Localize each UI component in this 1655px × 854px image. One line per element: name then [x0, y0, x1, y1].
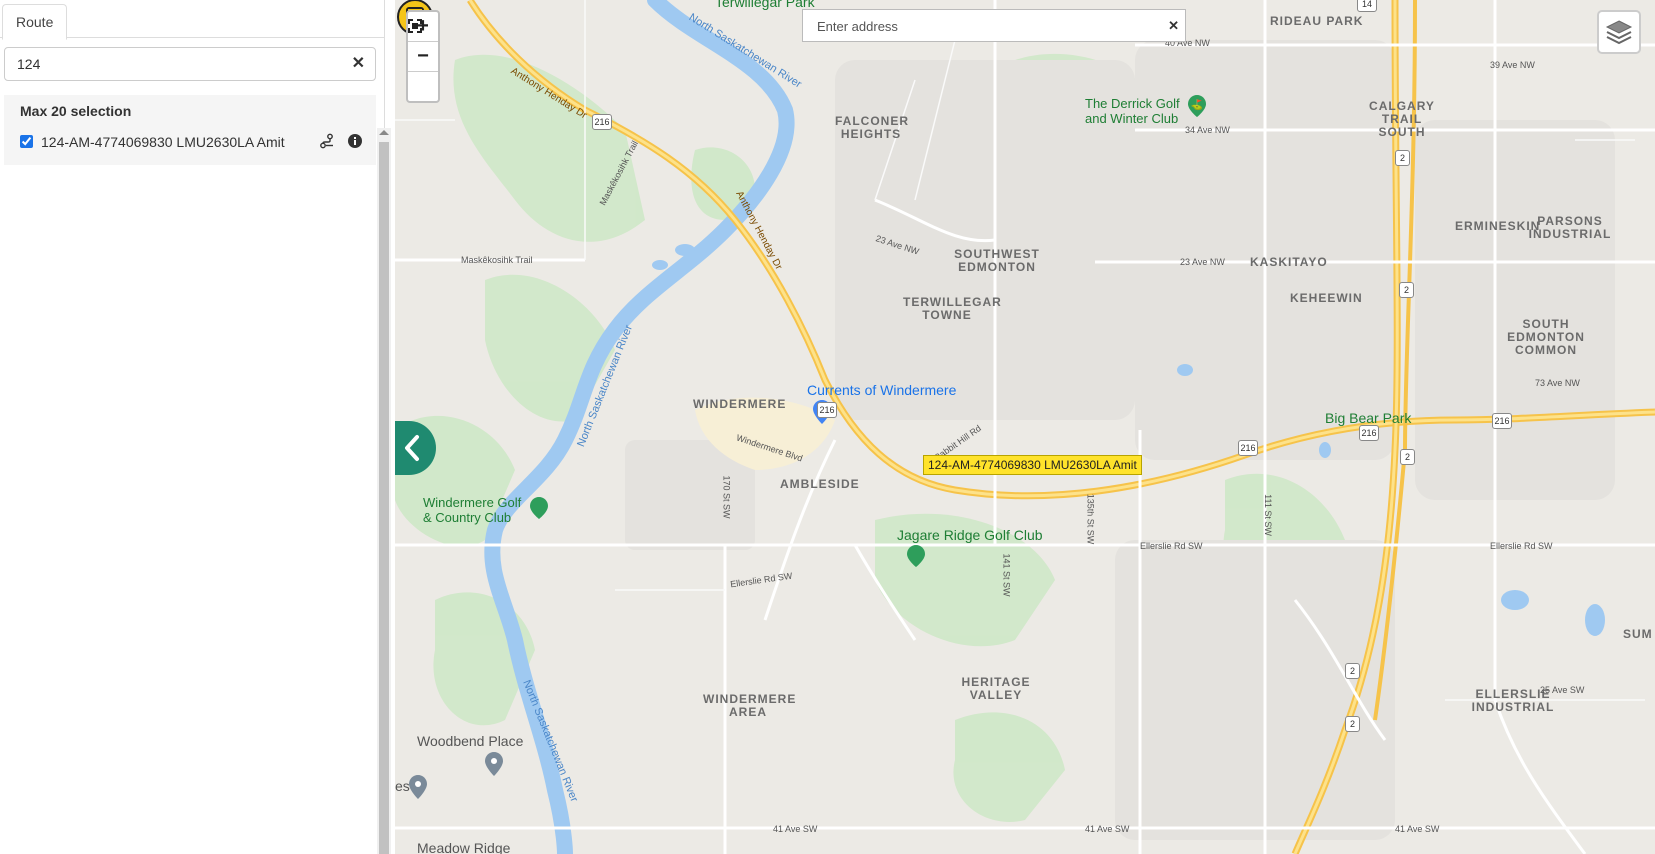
zoom-out-button[interactable]: − — [408, 42, 438, 72]
golf-pin-icon[interactable] — [907, 545, 925, 567]
tab-route[interactable]: Route — [2, 4, 68, 40]
layers-button[interactable] — [1597, 10, 1641, 54]
road-141-st: 141 St SW — [1001, 553, 1012, 597]
area-southwest-edmonton: SOUTHWEST EDMONTON — [954, 247, 1040, 274]
road-41-ave-2: 41 Ave SW — [1085, 824, 1130, 834]
place-pin-icon[interactable] — [485, 752, 503, 776]
svg-text:⛳: ⛳ — [1191, 98, 1203, 111]
route-panel: Route ✕ Max 20 selection 124-AM-47740698… — [0, 0, 391, 854]
area-ambleside: AMBLESIDE — [780, 477, 860, 491]
road-ellerslie-2: Ellerslie Rd SW — [1140, 541, 1203, 551]
area-terwillegar-towne: TERWILLEGAR TOWNE — [903, 295, 1002, 322]
road-41-ave-3: 41 Ave SW — [1395, 824, 1440, 834]
highway-shield-2: 2 — [1345, 663, 1360, 679]
highway-shield-216: 216 — [1238, 440, 1258, 456]
layers-icon — [1605, 20, 1633, 45]
panel-scrollbar[interactable] — [377, 128, 391, 854]
fullscreen-icon — [408, 19, 422, 33]
selection-group: Max 20 selection 124-AM-4774069830 LMU26… — [4, 95, 376, 165]
poi-jagare-ridge-golf[interactable]: Jagare Ridge Golf Club — [897, 527, 1043, 543]
golf-pin-icon[interactable] — [530, 497, 548, 519]
area-calgary-trail-south: CALGARY TRAIL SOUTH — [1369, 99, 1435, 139]
route-icon[interactable] — [319, 133, 335, 149]
area-sum: SUM — [1623, 627, 1653, 641]
road-ellerslie-3: Ellerslie Rd SW — [1490, 541, 1553, 551]
road-73-ave: 73 Ave NW — [1535, 378, 1580, 388]
area-falconer-heights: FALCONER HEIGHTS — [835, 114, 909, 141]
road-23-ave-2: 23 Ave NW — [1180, 257, 1225, 267]
vehicle-checkbox[interactable] — [20, 135, 33, 148]
address-input[interactable] — [817, 18, 1147, 34]
address-search[interactable]: ✕ — [802, 9, 1186, 42]
area-heritage-valley: HERITAGE VALLEY — [961, 675, 1031, 702]
info-icon[interactable] — [347, 133, 363, 149]
tab-bar: Route — [0, 0, 385, 40]
road-170-st: 170 St SW — [721, 475, 732, 519]
poi-currents-of-windermere[interactable]: Currents of Windermere — [807, 382, 956, 398]
list-item[interactable]: 124-AM-4774069830 LMU2630LA Amit — [4, 129, 376, 159]
road-34-ave: 34 Ave NW — [1185, 125, 1230, 135]
area-keheewin: KEHEEWIN — [1290, 291, 1363, 305]
highway-shield-2: 2 — [1395, 150, 1410, 166]
road-25-ave: 25 Ave SW — [1540, 685, 1585, 695]
road-111-st: 111 St SW — [1262, 494, 1273, 536]
golf-pin-icon[interactable]: ⛳ — [1188, 95, 1206, 117]
fullscreen-button[interactable] — [408, 19, 438, 101]
highway-shield-216: 216 — [592, 114, 612, 130]
road-39-ave: 39 Ave NW — [1490, 60, 1535, 70]
area-parsons-industrial: PARSONS INDUSTRIAL — [1528, 214, 1612, 241]
chevron-left-icon — [405, 435, 419, 461]
poi-windermere-golf[interactable]: Windermere Golf & Country Club — [423, 495, 533, 525]
poi-es[interactable]: es — [395, 778, 410, 794]
map-view[interactable]: Terwillegar Park RIDEAU PARK CALGARY TRA… — [395, 0, 1655, 854]
poi-big-bear-park[interactable]: Big Bear Park — [1325, 410, 1411, 426]
area-rideau-park: RIDEAU PARK — [1270, 14, 1364, 28]
highway-shield-216: 216 — [1359, 425, 1379, 441]
area-kaskitayo: KASKITAYO — [1250, 255, 1328, 269]
road-maskekosihk-trail-2: Maskêkosihk Trail — [461, 255, 533, 265]
area-south-edmonton-common: SOUTH EDMONTON COMMON — [1507, 317, 1585, 357]
clear-search-icon[interactable]: ✕ — [352, 56, 365, 72]
clear-address-icon[interactable]: ✕ — [1168, 18, 1179, 34]
area-terwillegar-park: Terwillegar Park — [715, 0, 815, 10]
highway-shield-216: 216 — [817, 402, 837, 418]
route-search-input[interactable] — [17, 55, 337, 73]
highway-shield-2: 2 — [1345, 716, 1360, 732]
vehicle-label: 124-AM-4774069830 LMU2630LA Amit — [41, 134, 285, 150]
scrollbar-thumb[interactable] — [379, 142, 389, 854]
vehicle-map-label[interactable]: 124-AM-4774069830 LMU2630LA Amit — [923, 455, 1142, 475]
highway-shield-14: 14 — [1357, 0, 1377, 12]
zoom-control: + − — [406, 10, 440, 103]
collapse-panel-button[interactable] — [395, 421, 436, 475]
area-windermere-area: WINDERMERE AREA — [703, 692, 797, 719]
road-135th-st: 135th St SW — [1085, 493, 1096, 545]
poi-derrick-golf[interactable]: The Derrick Golf and Winter Club — [1085, 96, 1190, 126]
highway-shield-2: 2 — [1400, 449, 1415, 465]
highway-shield-2: 2 — [1399, 282, 1414, 298]
route-search[interactable]: ✕ — [4, 47, 376, 81]
poi-woodbend-place[interactable]: Woodbend Place — [417, 733, 523, 749]
scroll-up-icon[interactable] — [379, 130, 389, 135]
road-41-ave-1: 41 Ave SW — [773, 824, 818, 834]
poi-meadow-ridge[interactable]: Meadow Ridge — [417, 840, 510, 854]
selection-group-title: Max 20 selection — [20, 103, 132, 119]
place-pin-icon[interactable] — [409, 775, 427, 799]
highway-shield-216: 216 — [1492, 413, 1512, 429]
area-windermere: WINDERMERE — [693, 397, 787, 411]
